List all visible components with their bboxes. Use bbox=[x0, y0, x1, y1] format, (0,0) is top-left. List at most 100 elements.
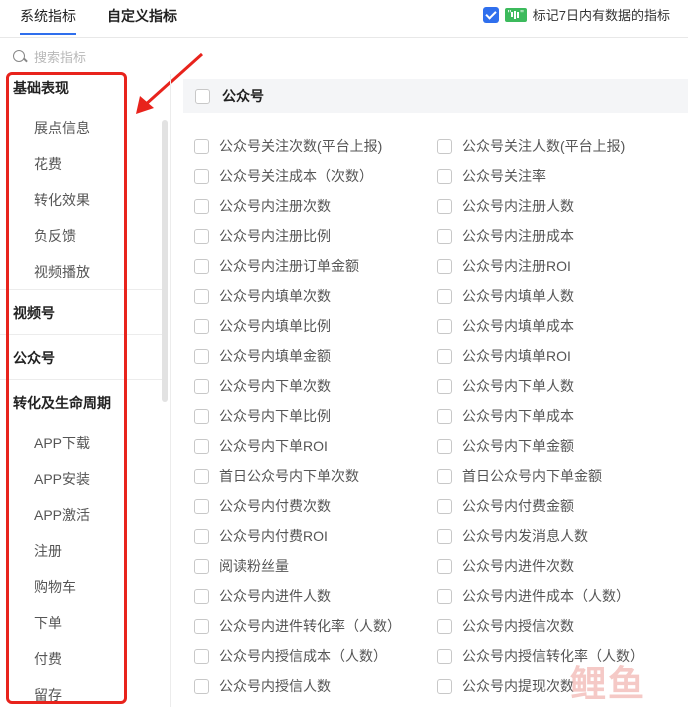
metric-checkbox[interactable]: 公众号内发消息人数 bbox=[437, 527, 588, 545]
checkbox-icon[interactable] bbox=[194, 528, 209, 544]
checkbox-icon[interactable] bbox=[437, 678, 452, 694]
metric-checkbox[interactable]: 公众号内下单次数 bbox=[194, 377, 331, 395]
checkbox-icon[interactable] bbox=[194, 168, 209, 184]
sidebar-item-video-play[interactable]: 视频播放 bbox=[34, 262, 90, 282]
metric-checkbox[interactable]: 公众号内填单成本 bbox=[437, 317, 574, 335]
checkbox-icon[interactable] bbox=[194, 408, 209, 424]
sidebar-group-lifecycle[interactable]: 转化及生命周期 bbox=[13, 393, 111, 413]
checkbox-icon[interactable] bbox=[437, 618, 452, 634]
metric-checkbox[interactable]: 公众号关注率 bbox=[437, 167, 546, 185]
sidebar-group-channels[interactable]: 视频号 bbox=[13, 303, 55, 323]
metric-checkbox[interactable]: 公众号内填单ROI bbox=[437, 347, 571, 365]
metric-checkbox[interactable]: 公众号内下单金额 bbox=[437, 437, 574, 455]
checkbox-icon[interactable] bbox=[437, 438, 452, 454]
metric-checkbox[interactable]: 公众号关注次数(平台上报) bbox=[194, 137, 382, 155]
checkbox-icon[interactable] bbox=[437, 168, 452, 184]
metric-checkbox[interactable]: 公众号内注册比例 bbox=[194, 227, 331, 245]
checkbox-icon[interactable] bbox=[437, 138, 452, 154]
metric-checkbox[interactable]: 公众号内注册人数 bbox=[437, 197, 574, 215]
checkbox-icon[interactable] bbox=[437, 258, 452, 274]
metric-checkbox[interactable]: 公众号内进件次数 bbox=[437, 557, 574, 575]
checkbox-icon[interactable] bbox=[437, 498, 452, 514]
metric-checkbox[interactable]: 公众号内注册次数 bbox=[194, 197, 331, 215]
metric-checkbox[interactable]: 公众号内授信次数 bbox=[437, 617, 574, 635]
checkbox-icon[interactable] bbox=[194, 288, 209, 304]
tab-custom-metrics[interactable]: 自定义指标 bbox=[107, 6, 177, 26]
checkbox-icon[interactable] bbox=[437, 648, 452, 664]
checkbox-icon[interactable] bbox=[194, 648, 209, 664]
metric-checkbox[interactable]: 公众号内下单成本 bbox=[437, 407, 574, 425]
metric-checkbox[interactable]: 公众号内注册订单金额 bbox=[194, 257, 359, 275]
checkbox-icon[interactable] bbox=[194, 258, 209, 274]
checkbox-icon[interactable] bbox=[194, 438, 209, 454]
metric-checkbox[interactable]: 公众号内付费金额 bbox=[437, 497, 574, 515]
mark-recent-toggle[interactable]: " " 标记7日内有数据的指标 bbox=[482, 5, 670, 24]
metric-checkbox[interactable]: 公众号内提现次数 bbox=[437, 677, 574, 695]
checkbox-icon[interactable] bbox=[194, 498, 209, 514]
search-input[interactable] bbox=[34, 49, 174, 65]
metric-checkbox[interactable]: 公众号内下单比例 bbox=[194, 407, 331, 425]
sidebar-item-retention[interactable]: 留存 bbox=[34, 685, 62, 705]
metric-checkbox[interactable]: 公众号内填单金额 bbox=[194, 347, 331, 365]
sidebar-item-payment[interactable]: 付费 bbox=[34, 649, 62, 669]
sidebar-item-app-download[interactable]: APP下载 bbox=[34, 433, 90, 453]
checkbox-icon[interactable] bbox=[437, 408, 452, 424]
metric-checkbox[interactable]: 首日公众号内下单次数 bbox=[194, 467, 359, 485]
metric-checkbox[interactable]: 公众号内授信转化率（人数） bbox=[437, 647, 644, 665]
metric-checkbox[interactable]: 公众号内填单人数 bbox=[437, 287, 574, 305]
checkbox-icon[interactable] bbox=[194, 348, 209, 364]
checkbox-icon[interactable] bbox=[437, 288, 452, 304]
checkbox-icon[interactable] bbox=[194, 228, 209, 244]
checkbox-icon[interactable] bbox=[194, 588, 209, 604]
metric-checkbox[interactable]: 公众号内授信成本（人数） bbox=[194, 647, 387, 665]
metric-checkbox[interactable]: 首日公众号内下单金额 bbox=[437, 467, 602, 485]
metric-checkbox[interactable]: 公众号内下单人数 bbox=[437, 377, 574, 395]
mark-recent-checkbox[interactable] bbox=[482, 6, 499, 23]
sidebar-item-order[interactable]: 下单 bbox=[34, 613, 62, 633]
checkbox-icon[interactable] bbox=[194, 378, 209, 394]
metric-checkbox[interactable]: 公众号关注人数(平台上报) bbox=[437, 137, 625, 155]
metric-checkbox[interactable]: 公众号关注成本（次数） bbox=[194, 167, 373, 185]
metric-checkbox[interactable]: 公众号内填单次数 bbox=[194, 287, 331, 305]
checkbox-icon[interactable] bbox=[194, 198, 209, 214]
sidebar-group-official-account[interactable]: 公众号 bbox=[13, 348, 55, 368]
metric-checkbox[interactable]: 公众号内填单比例 bbox=[194, 317, 331, 335]
checkbox-icon[interactable] bbox=[194, 678, 209, 694]
checkbox-icon[interactable] bbox=[437, 588, 452, 604]
checkbox-icon[interactable] bbox=[437, 318, 452, 334]
checkbox-icon[interactable] bbox=[437, 198, 452, 214]
checkbox-icon[interactable] bbox=[194, 138, 209, 154]
metric-checkbox[interactable]: 公众号内注册ROI bbox=[437, 257, 571, 275]
metric-checkbox[interactable]: 公众号内注册成本 bbox=[437, 227, 574, 245]
metric-checkbox[interactable]: 阅读粉丝量 bbox=[194, 557, 289, 575]
metric-checkbox[interactable]: 公众号内进件人数 bbox=[194, 587, 331, 605]
sidebar-item-negative-feedback[interactable]: 负反馈 bbox=[34, 226, 76, 246]
sidebar-item-conversion[interactable]: 转化效果 bbox=[34, 190, 90, 210]
checkbox-icon[interactable] bbox=[437, 378, 452, 394]
sidebar-item-cost[interactable]: 花费 bbox=[34, 154, 62, 174]
sidebar-item-app-install[interactable]: APP安装 bbox=[34, 469, 90, 489]
checkbox-icon[interactable] bbox=[437, 528, 452, 544]
sidebar-group-basic[interactable]: 基础表现 bbox=[13, 78, 69, 98]
sidebar-item-cart[interactable]: 购物车 bbox=[34, 577, 76, 597]
select-all-checkbox[interactable] bbox=[195, 88, 210, 104]
checkbox-icon[interactable] bbox=[194, 618, 209, 634]
sidebar-item-app-activate[interactable]: APP激活 bbox=[34, 505, 90, 525]
metric-checkbox[interactable]: 公众号内付费次数 bbox=[194, 497, 331, 515]
tab-system-metrics[interactable]: 系统指标 bbox=[20, 6, 76, 35]
checkbox-icon[interactable] bbox=[437, 558, 452, 574]
metric-checkbox[interactable]: 公众号内授信人数 bbox=[194, 677, 331, 695]
sidebar-scrollbar[interactable] bbox=[162, 120, 168, 402]
checkbox-icon[interactable] bbox=[194, 468, 209, 484]
sidebar-item-register[interactable]: 注册 bbox=[34, 541, 62, 561]
metric-checkbox[interactable]: 公众号内付费ROI bbox=[194, 527, 328, 545]
checkbox-icon[interactable] bbox=[194, 318, 209, 334]
metric-checkbox[interactable]: 公众号内下单ROI bbox=[194, 437, 328, 455]
metric-checkbox[interactable]: 公众号内进件成本（人数） bbox=[437, 587, 630, 605]
sidebar-item-impression[interactable]: 展点信息 bbox=[34, 118, 90, 138]
checkbox-icon[interactable] bbox=[194, 558, 209, 574]
checkbox-icon[interactable] bbox=[437, 348, 452, 364]
metric-checkbox[interactable]: 公众号内进件转化率（人数） bbox=[194, 617, 401, 635]
checkbox-icon[interactable] bbox=[437, 468, 452, 484]
checkbox-icon[interactable] bbox=[437, 228, 452, 244]
